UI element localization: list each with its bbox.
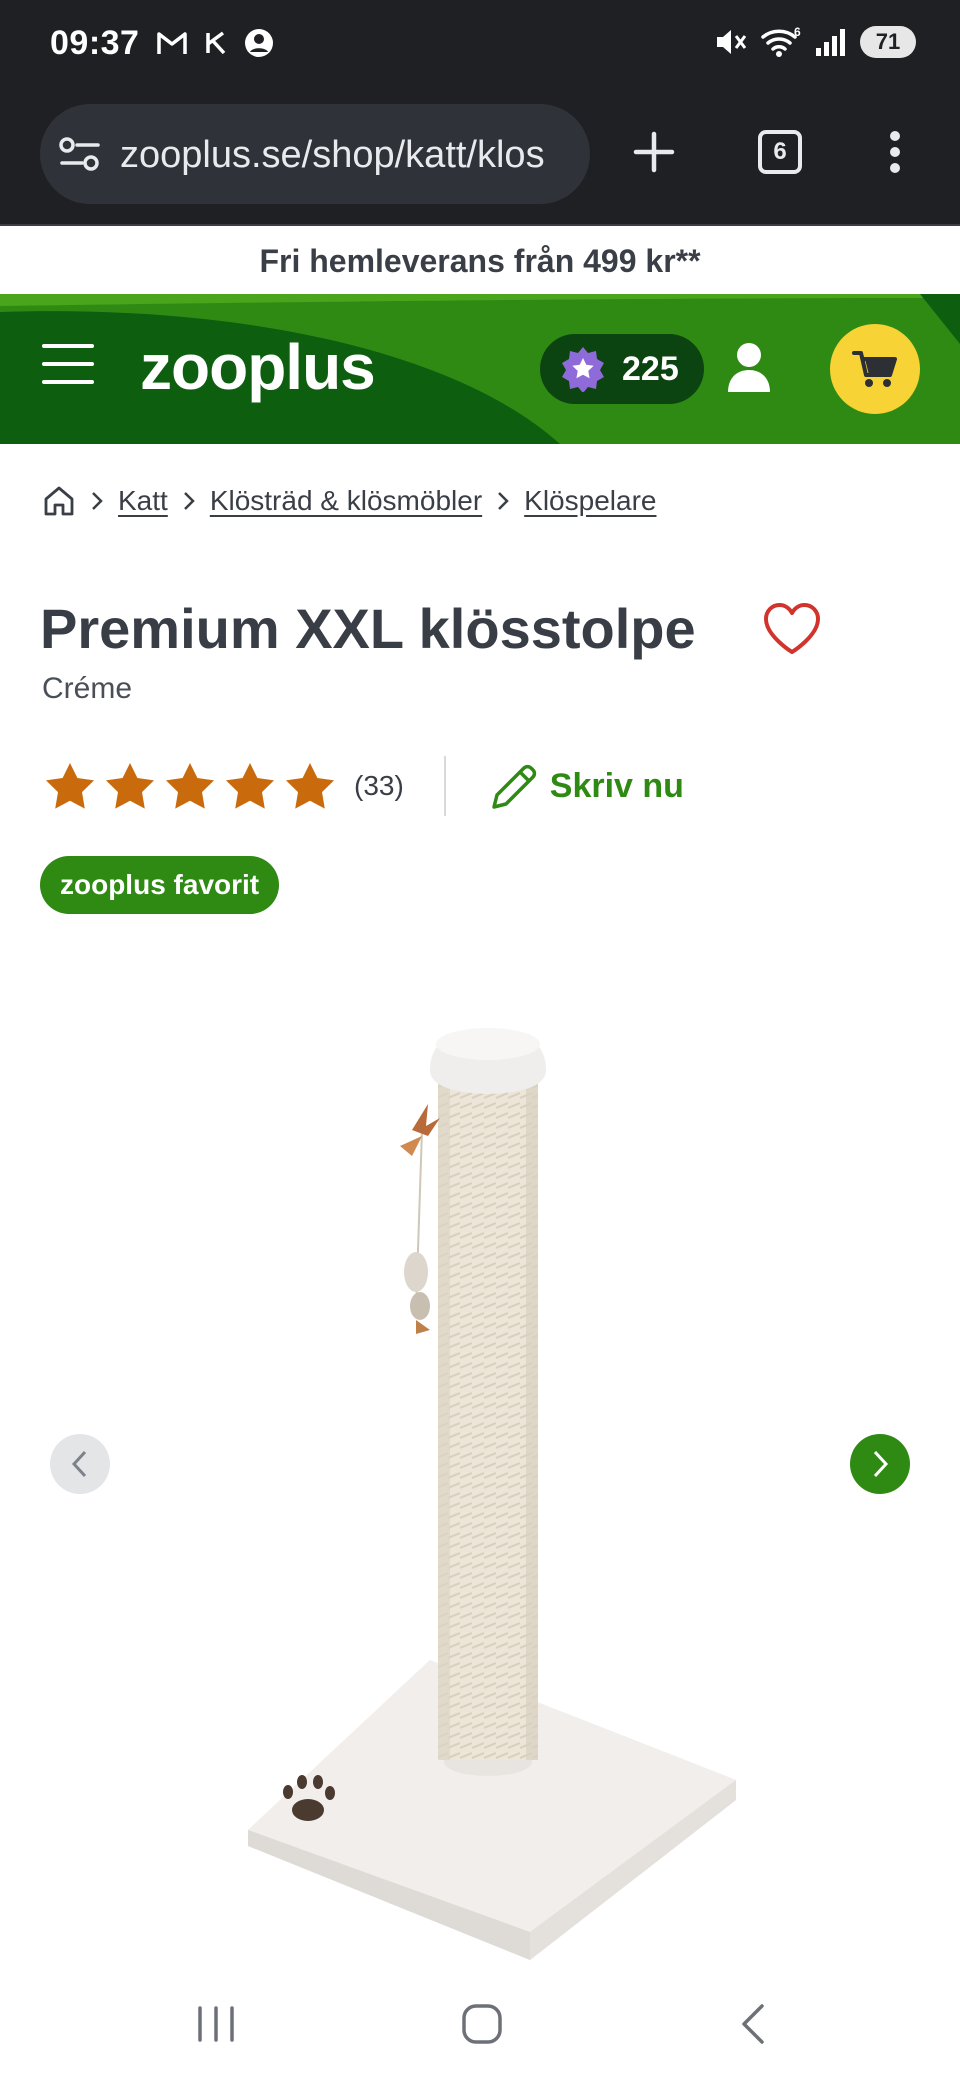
- carousel-next-button[interactable]: [850, 1434, 910, 1494]
- signal-icon: [816, 29, 845, 56]
- rating-row: (33) Skriv nu: [44, 756, 684, 816]
- star-badge-icon: [562, 347, 604, 392]
- rating-stars[interactable]: [44, 761, 336, 811]
- star-icon: [166, 763, 214, 809]
- chevron-left-icon: [71, 1450, 87, 1478]
- star-icon: [106, 763, 154, 809]
- write-review-label: Skriv nu: [549, 766, 684, 805]
- points-value: 225: [622, 349, 679, 388]
- breadcrumb: Katt Klösträd & klösmöbler Klöspelare: [42, 484, 656, 518]
- star-icon: [286, 763, 334, 809]
- tab-switcher-button[interactable]: 6: [758, 130, 802, 174]
- mute-icon: [717, 30, 747, 54]
- product-image[interactable]: [220, 1010, 760, 1970]
- rating-divider: [443, 756, 446, 816]
- cart-icon: [852, 351, 897, 387]
- status-right-icons: 6 71: [714, 26, 916, 58]
- site-logo[interactable]: zooplus: [140, 330, 376, 404]
- new-tab-button[interactable]: [632, 130, 676, 174]
- rating-count[interactable]: (33): [354, 770, 404, 802]
- chevron-right-icon: [92, 492, 103, 510]
- product-title: Premium XXL klösstolpe: [40, 597, 696, 660]
- loyalty-points-button[interactable]: 225: [540, 334, 704, 404]
- breadcrumb-klostrad[interactable]: Klösträd & klösmöbler: [210, 485, 482, 517]
- site-settings-icon[interactable]: [58, 134, 102, 174]
- carousel-prev-button[interactable]: [50, 1434, 110, 1494]
- status-bar: 09:37 6 71: [0, 0, 960, 90]
- wifi-icon: 6: [761, 26, 801, 57]
- favorite-badge: zooplus favorit: [40, 856, 280, 914]
- status-left-icons: [156, 28, 274, 58]
- write-review-button[interactable]: Skriv nu: [488, 759, 684, 813]
- product-variant: Créme: [42, 672, 133, 705]
- breadcrumb-katt[interactable]: Katt: [118, 485, 168, 517]
- home-button-icon[interactable]: [460, 2002, 504, 2046]
- promo-banner[interactable]: Fri hemleverans från 499 kr**: [0, 228, 960, 294]
- gmail-icon: [157, 32, 187, 54]
- chevron-right-icon: [498, 492, 509, 510]
- pencil-icon: [492, 764, 536, 809]
- user-icon[interactable]: [726, 342, 772, 392]
- plus-icon: [633, 131, 675, 173]
- battery-indicator: 71: [860, 26, 916, 58]
- chevron-right-icon: [183, 492, 195, 510]
- chevron-right-icon: [873, 1450, 889, 1478]
- home-icon[interactable]: [42, 484, 76, 518]
- menu-button[interactable]: [42, 344, 94, 384]
- url-bar[interactable]: zooplus.se/shop/katt/klos: [40, 104, 590, 204]
- heart-icon[interactable]: [762, 602, 822, 656]
- url-text: zooplus.se/shop/katt/klos: [120, 134, 545, 176]
- breadcrumb-klospelare[interactable]: Klöspelare: [524, 485, 656, 517]
- site-header: zooplus 225: [0, 294, 960, 444]
- cart-button[interactable]: [830, 324, 920, 414]
- more-vertical-icon: [890, 131, 900, 173]
- back-icon[interactable]: [736, 2002, 770, 2046]
- svg-text:6: 6: [794, 26, 801, 39]
- star-icon: [46, 763, 94, 809]
- browser-toolbar: zooplus.se/shop/katt/klos 6: [0, 90, 960, 226]
- account-icon: [245, 29, 273, 57]
- tab-count: 6: [758, 130, 802, 174]
- browser-menu-button[interactable]: [888, 130, 902, 174]
- star-icon: [226, 763, 274, 809]
- status-time: 09:37: [50, 24, 140, 62]
- k-icon: [206, 31, 226, 55]
- recent-apps-icon[interactable]: [194, 2002, 238, 2046]
- system-nav-bar: [0, 1970, 960, 2080]
